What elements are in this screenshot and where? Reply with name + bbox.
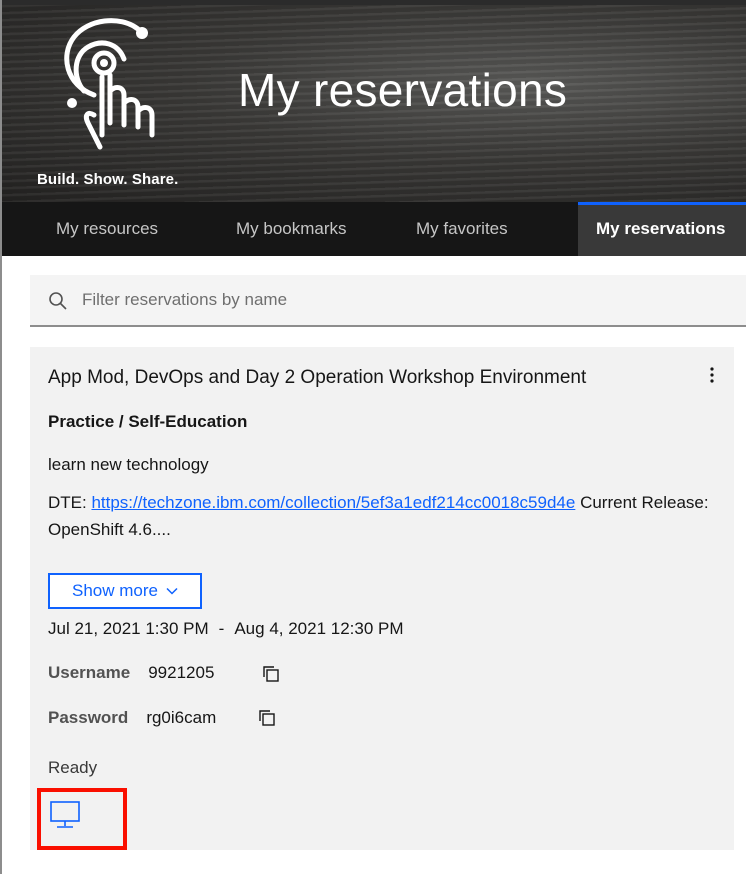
hero-banner: Build. Show. Share. My reservations xyxy=(2,0,746,202)
copy-username-icon[interactable] xyxy=(262,665,280,683)
search-icon xyxy=(49,292,67,310)
password-row: Password rg0i6cam xyxy=(48,708,216,728)
tab-bar: My resources My bookmarks My favorites M… xyxy=(2,202,746,256)
tab-my-bookmarks[interactable]: My bookmarks xyxy=(236,202,347,256)
collection-link[interactable]: https://techzone.ibm.com/collection/5ef3… xyxy=(91,493,575,512)
username-label: Username xyxy=(48,663,131,682)
reservation-title: App Mod, DevOps and Day 2 Operation Work… xyxy=(48,367,587,388)
tab-my-resources[interactable]: My resources xyxy=(56,202,158,256)
touch-logo-icon xyxy=(64,18,155,150)
open-console-button[interactable] xyxy=(37,788,127,850)
reservation-card: App Mod, DevOps and Day 2 Operation Work… xyxy=(30,347,734,850)
search-input[interactable] xyxy=(82,275,732,325)
reservation-purpose: learn new technology xyxy=(48,455,209,474)
end-date: Aug 4, 2021 12:30 PM xyxy=(234,619,404,638)
username-value: 9921205 xyxy=(148,663,215,682)
page-title: My reservations xyxy=(238,64,568,116)
reservation-description: DTE: https://techzone.ibm.com/collection… xyxy=(48,489,718,543)
tab-my-reservations[interactable]: My reservations xyxy=(578,202,746,256)
monitor-icon xyxy=(50,801,80,828)
copy-password-icon[interactable] xyxy=(258,709,276,727)
show-more-button[interactable]: Show more xyxy=(48,573,202,609)
chevron-down-icon xyxy=(166,587,178,595)
start-date: Jul 21, 2021 1:30 PM xyxy=(48,619,209,638)
description-prefix: DTE: xyxy=(48,493,92,512)
username-row: Username 9921205 xyxy=(48,663,214,683)
password-label: Password xyxy=(48,708,129,727)
date-separator: - xyxy=(218,619,225,638)
show-more-label: Show more xyxy=(72,581,158,600)
reservation-type: Practice / Self-Education xyxy=(48,412,248,431)
overflow-menu-icon[interactable] xyxy=(702,363,722,387)
tab-my-favorites[interactable]: My favorites xyxy=(416,202,508,256)
reservation-dates: Jul 21, 2021 1:30 PM - Aug 4, 2021 12:30 P… xyxy=(48,619,404,639)
status-text: Ready xyxy=(48,758,98,777)
search-bar xyxy=(30,275,746,327)
password-value: rg0i6cam xyxy=(146,708,217,727)
hero-tagline: Build. Show. Share. xyxy=(37,171,179,188)
